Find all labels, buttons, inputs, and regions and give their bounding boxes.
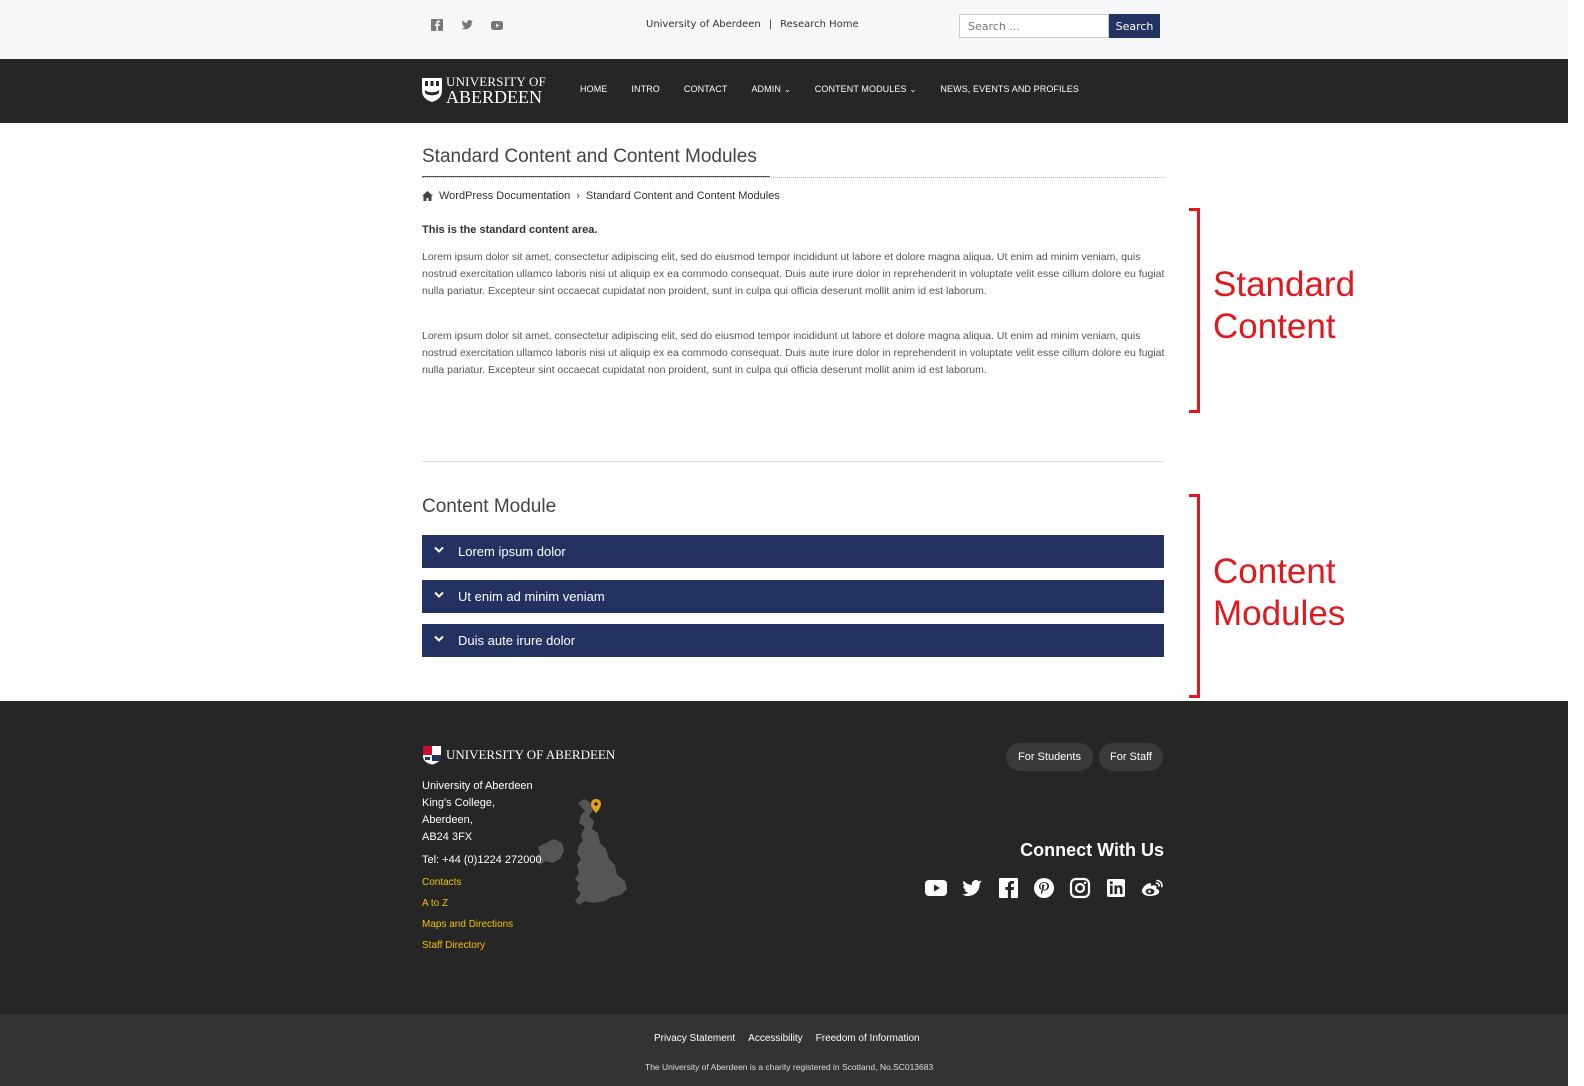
legal-links: Privacy Statement Accessibility Freedom …: [654, 1033, 920, 1044]
accordion-item-3[interactable]: Duis aute irure dolor: [422, 624, 1164, 657]
connect-heading: Connect With Us: [1020, 840, 1164, 860]
footer-link-contacts[interactable]: Contacts: [422, 872, 513, 893]
annotation-line: Content: [1213, 552, 1336, 591]
footer-link-maps-directions[interactable]: Maps and Directions: [422, 914, 513, 935]
top-social-links: [430, 17, 504, 31]
search-input[interactable]: [959, 14, 1109, 38]
chevron-right-icon: ›: [576, 190, 580, 202]
content-module-title: Content Module: [422, 496, 557, 517]
search-button[interactable]: Search: [1109, 14, 1160, 38]
legal-bar: [0, 1014, 1568, 1086]
for-staff-button[interactable]: For Staff: [1099, 743, 1163, 771]
intro-text: This is the standard content area.: [422, 224, 598, 236]
nav-admin-label: ADMIN: [751, 84, 781, 94]
footer-logo-text: UNIVERSITY OF ABERDEEN: [446, 747, 616, 762]
footer-link-a-to-z[interactable]: A to Z: [422, 893, 513, 914]
facebook-icon[interactable]: [996, 877, 1020, 899]
accordion-label: Ut enim ad minim veniam: [458, 589, 605, 604]
footer-address: University of Aberdeen King's College, A…: [422, 778, 533, 846]
search-form: Search: [959, 14, 1160, 38]
scrollbar-gutter: [1568, 0, 1584, 1086]
footer-telephone: Tel: +44 (0)1224 272000: [422, 854, 542, 866]
address-line: Aberdeen,: [422, 814, 473, 826]
link-research-home[interactable]: Research Home: [780, 19, 859, 30]
pinterest-icon[interactable]: [1032, 877, 1056, 899]
footer-social-links: [924, 877, 1164, 899]
paragraph-1: Lorem ipsum dolor sit amet, consectetur …: [422, 251, 1165, 297]
annotation-content-modules: Content Modules: [1213, 551, 1345, 635]
chevron-down-icon: ⌄: [783, 85, 791, 94]
accordion-label: Duis aute irure dolor: [458, 633, 576, 648]
accordion-item-2[interactable]: Ut enim ad minim veniam: [422, 580, 1164, 613]
accordion-label: Lorem ipsum dolor: [458, 544, 566, 559]
charity-statement: The University of Aberdeen is a charity …: [645, 1062, 934, 1072]
breadcrumb: WordPress Documentation › Standard Conte…: [422, 190, 780, 202]
address-line: King's College,: [422, 797, 496, 809]
top-links: University of Aberdeen | Research Home: [646, 19, 859, 30]
annotation-bracket-standard: [1189, 208, 1200, 413]
annotation-line: Modules: [1213, 594, 1346, 633]
page-title: Standard Content and Content Modules: [422, 146, 757, 167]
section-divider: [422, 461, 1164, 462]
home-icon[interactable]: [422, 191, 433, 201]
link-freedom-of-information[interactable]: Freedom of Information: [816, 1033, 920, 1044]
facebook-icon[interactable]: [430, 17, 444, 31]
nav-home[interactable]: HOME: [580, 84, 607, 94]
instagram-icon[interactable]: [1068, 877, 1092, 899]
twitter-icon[interactable]: [960, 877, 984, 899]
annotation-bracket-modules: [1189, 494, 1200, 698]
footer-logo[interactable]: UNIVERSITY OF ABERDEEN: [422, 745, 615, 765]
link-separator: |: [768, 19, 773, 30]
chevron-down-icon: [434, 546, 448, 557]
twitter-icon[interactable]: [460, 17, 474, 31]
crest-icon: [423, 746, 441, 765]
linkedin-icon[interactable]: [1104, 877, 1128, 899]
youtube-icon[interactable]: [490, 17, 504, 31]
main-nav: HOME INTRO CONTACT ADMIN ⌄ CONTENT MODULE…: [580, 84, 1079, 94]
annotation-line: Content: [1213, 307, 1336, 346]
nav-content-modules-label: CONTENT MODULES: [814, 84, 907, 94]
breadcrumb-item-wordpress-documentation[interactable]: WordPress Documentation: [439, 190, 570, 202]
nav-intro[interactable]: INTRO: [631, 84, 660, 94]
site-footer: [0, 701, 1568, 1014]
breadcrumb-item-current: Standard Content and Content Modules: [585, 190, 780, 202]
address-line: AB24 3FX: [422, 831, 473, 843]
chevron-down-icon: ⌄: [909, 85, 917, 94]
youtube-icon[interactable]: [924, 877, 948, 899]
chevron-down-icon: [434, 635, 448, 646]
footer-links: Contacts A to Z Maps and Directions Staf…: [422, 872, 513, 956]
for-students-button[interactable]: For Students: [1006, 743, 1093, 771]
address-line: University of Aberdeen: [422, 780, 533, 792]
link-privacy-statement[interactable]: Privacy Statement: [654, 1033, 735, 1044]
footer-link-staff-directory[interactable]: Staff Directory: [422, 935, 513, 956]
nav-admin[interactable]: ADMIN ⌄: [751, 84, 790, 94]
logo-line-2: ABERDEEN: [446, 87, 542, 107]
title-divider: [422, 177, 1164, 178]
nav-news-events-profiles[interactable]: NEWS, EVENTS AND PROFILES: [940, 84, 1079, 94]
chevron-down-icon: [434, 591, 448, 602]
link-university-of-aberdeen[interactable]: University of Aberdeen: [646, 19, 761, 30]
link-accessibility[interactable]: Accessibility: [748, 1033, 802, 1044]
weibo-icon[interactable]: [1140, 877, 1164, 899]
title-underline: [422, 176, 770, 177]
nav-content-modules[interactable]: CONTENT MODULES ⌄: [815, 84, 917, 94]
paragraph-2: Lorem ipsum dolor sit amet, consectetur …: [422, 330, 1165, 376]
crest-icon: [422, 78, 442, 102]
uk-map-icon: [536, 799, 627, 905]
accordion-item-1[interactable]: Lorem ipsum dolor: [422, 535, 1164, 568]
nav-contact[interactable]: CONTACT: [684, 84, 728, 94]
annotation-line: Standard: [1213, 265, 1356, 304]
annotation-standard-content: Standard Content: [1213, 264, 1355, 348]
